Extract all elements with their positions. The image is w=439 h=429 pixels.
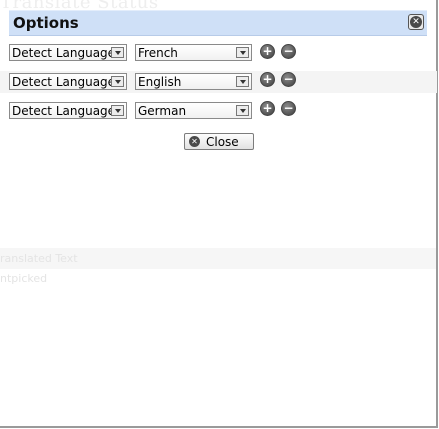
chevron-down-icon[interactable] bbox=[236, 76, 249, 87]
close-button[interactable]: ✕ Close bbox=[184, 133, 254, 150]
add-row-button[interactable]: + bbox=[260, 101, 275, 116]
minus-icon: − bbox=[283, 44, 294, 58]
chevron-down-icon[interactable] bbox=[111, 76, 124, 87]
chevron-down-icon[interactable] bbox=[236, 105, 249, 116]
source-language-value: Detect Language bbox=[12, 104, 116, 118]
chevron-down-icon[interactable] bbox=[236, 47, 249, 58]
target-language-select[interactable]: French bbox=[135, 44, 252, 61]
options-dialog: Options ✕ Detect Language French + − Det… bbox=[0, 0, 438, 428]
source-language-select[interactable]: Detect Language bbox=[9, 102, 127, 119]
dialog-close-icon-button[interactable]: ✕ bbox=[408, 14, 424, 30]
remove-row-button[interactable]: − bbox=[281, 101, 296, 116]
plus-icon: + bbox=[262, 72, 273, 86]
minus-icon: − bbox=[283, 72, 294, 86]
minus-icon: − bbox=[283, 101, 294, 115]
dialog-title: Options bbox=[13, 14, 79, 32]
target-language-select[interactable]: English bbox=[135, 73, 252, 90]
remove-row-button[interactable]: − bbox=[281, 44, 296, 59]
plus-icon: + bbox=[262, 101, 273, 115]
close-icon: ✕ bbox=[189, 136, 200, 147]
chevron-down-icon[interactable] bbox=[111, 47, 124, 58]
language-row-1: Detect Language French + − bbox=[0, 43, 437, 65]
target-language-value: English bbox=[138, 75, 182, 89]
remove-row-button[interactable]: − bbox=[281, 72, 296, 87]
source-language-value: Detect Language bbox=[12, 46, 116, 60]
chevron-down-icon[interactable] bbox=[111, 105, 124, 116]
language-row-3: Detect Language German + − bbox=[0, 100, 437, 122]
source-language-select[interactable]: Detect Language bbox=[9, 73, 127, 90]
language-row-2: Detect Language English + − bbox=[0, 71, 437, 93]
dialog-titlebar: Options ✕ bbox=[9, 10, 427, 36]
plus-icon: + bbox=[262, 44, 273, 58]
add-row-button[interactable]: + bbox=[260, 44, 275, 59]
target-language-select[interactable]: German bbox=[135, 102, 252, 119]
target-language-value: French bbox=[138, 46, 178, 60]
target-language-value: German bbox=[138, 104, 187, 118]
add-row-button[interactable]: + bbox=[260, 72, 275, 87]
source-language-select[interactable]: Detect Language bbox=[9, 44, 127, 61]
close-icon: ✕ bbox=[410, 16, 422, 28]
close-button-label: Close bbox=[206, 135, 239, 149]
source-language-value: Detect Language bbox=[12, 75, 116, 89]
